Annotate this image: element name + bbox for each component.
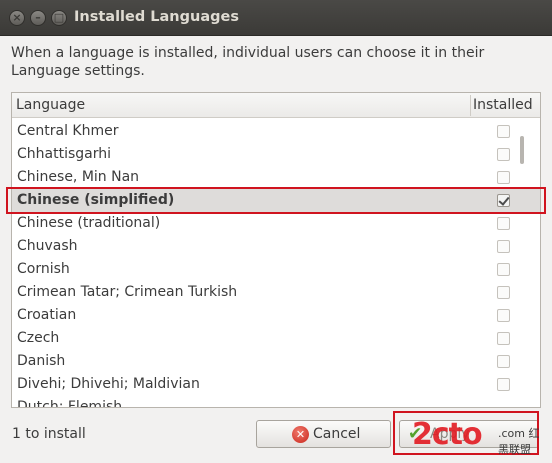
language-name: Chinese (simplified) [17, 192, 175, 208]
language-name: Danish [17, 353, 66, 369]
apply-button[interactable]: ✔ Apply [399, 420, 539, 448]
installed-checkbox[interactable] [497, 171, 510, 184]
installed-checkbox[interactable] [497, 148, 510, 161]
installed-checkbox[interactable] [497, 125, 510, 138]
installed-checkbox[interactable] [497, 194, 510, 207]
installed-checkbox[interactable] [497, 240, 510, 253]
maximize-window-button[interactable]: □ [51, 10, 67, 26]
installed-checkbox[interactable] [497, 332, 510, 345]
language-name: Crimean Tatar; Crimean Turkish [17, 284, 238, 300]
checkmark-icon: ✔ [408, 424, 423, 444]
column-header-installed[interactable]: Installed [473, 97, 533, 113]
window-title: Installed Languages [74, 9, 239, 25]
apply-button-label: Apply [430, 426, 470, 442]
cancel-button[interactable]: ✕ Cancel [256, 420, 391, 448]
language-row[interactable]: Dutch; Flemish [12, 396, 540, 408]
language-row[interactable]: Danish [12, 350, 540, 373]
installed-checkbox[interactable] [497, 263, 510, 276]
language-list[interactable]: Language Installed Central Khmer Chhattis… [11, 92, 541, 408]
title-bar: × – □ Installed Languages [0, 0, 552, 36]
language-row[interactable]: Central Khmer [12, 120, 540, 143]
cancel-button-label: Cancel [313, 426, 361, 442]
language-name: Cornish [17, 261, 70, 277]
installed-checkbox[interactable] [497, 309, 510, 322]
cancel-icon: ✕ [292, 426, 309, 443]
language-name: Czech [17, 330, 60, 346]
language-row[interactable]: Cornish [12, 258, 540, 281]
language-name: Chuvash [17, 238, 78, 254]
language-row[interactable]: Chhattisgarhi [12, 143, 540, 166]
language-name: Divehi; Dhivehi; Maldivian [17, 376, 200, 392]
language-row[interactable]: Crimean Tatar; Crimean Turkish [12, 281, 540, 304]
language-name: Chinese (traditional) [17, 215, 161, 231]
language-row[interactable]: Chinese (simplified) [12, 189, 540, 212]
status-text: 1 to install [12, 426, 86, 442]
list-scrollbar[interactable] [520, 136, 524, 164]
language-row[interactable]: Chinese (traditional) [12, 212, 540, 235]
column-header-language[interactable]: Language [16, 97, 85, 113]
language-name: Croatian [17, 307, 77, 323]
description-text: When a language is installed, individual… [11, 45, 485, 79]
language-name: Central Khmer [17, 123, 119, 139]
language-name: Chinese, Min Nan [17, 169, 140, 185]
installed-checkbox[interactable] [497, 378, 510, 391]
installed-checkbox[interactable] [497, 286, 510, 299]
language-name: Chhattisgarhi [17, 146, 112, 162]
list-header: Language Installed [12, 93, 540, 118]
language-row[interactable]: Croatian [12, 304, 540, 327]
language-row[interactable]: Czech [12, 327, 540, 350]
language-row[interactable]: Chuvash [12, 235, 540, 258]
list-rows: Central Khmer Chhattisgarhi Chinese, Min N… [12, 120, 540, 408]
language-name: Dutch; Flemish [17, 399, 123, 408]
close-window-button[interactable]: × [9, 10, 25, 26]
installed-checkbox[interactable] [497, 217, 510, 230]
language-row[interactable]: Divehi; Dhivehi; Maldivian [12, 373, 540, 396]
minimize-window-button[interactable]: – [30, 10, 46, 26]
column-divider [470, 95, 471, 116]
language-row[interactable]: Chinese, Min Nan [12, 166, 540, 189]
installed-checkbox[interactable] [497, 355, 510, 368]
